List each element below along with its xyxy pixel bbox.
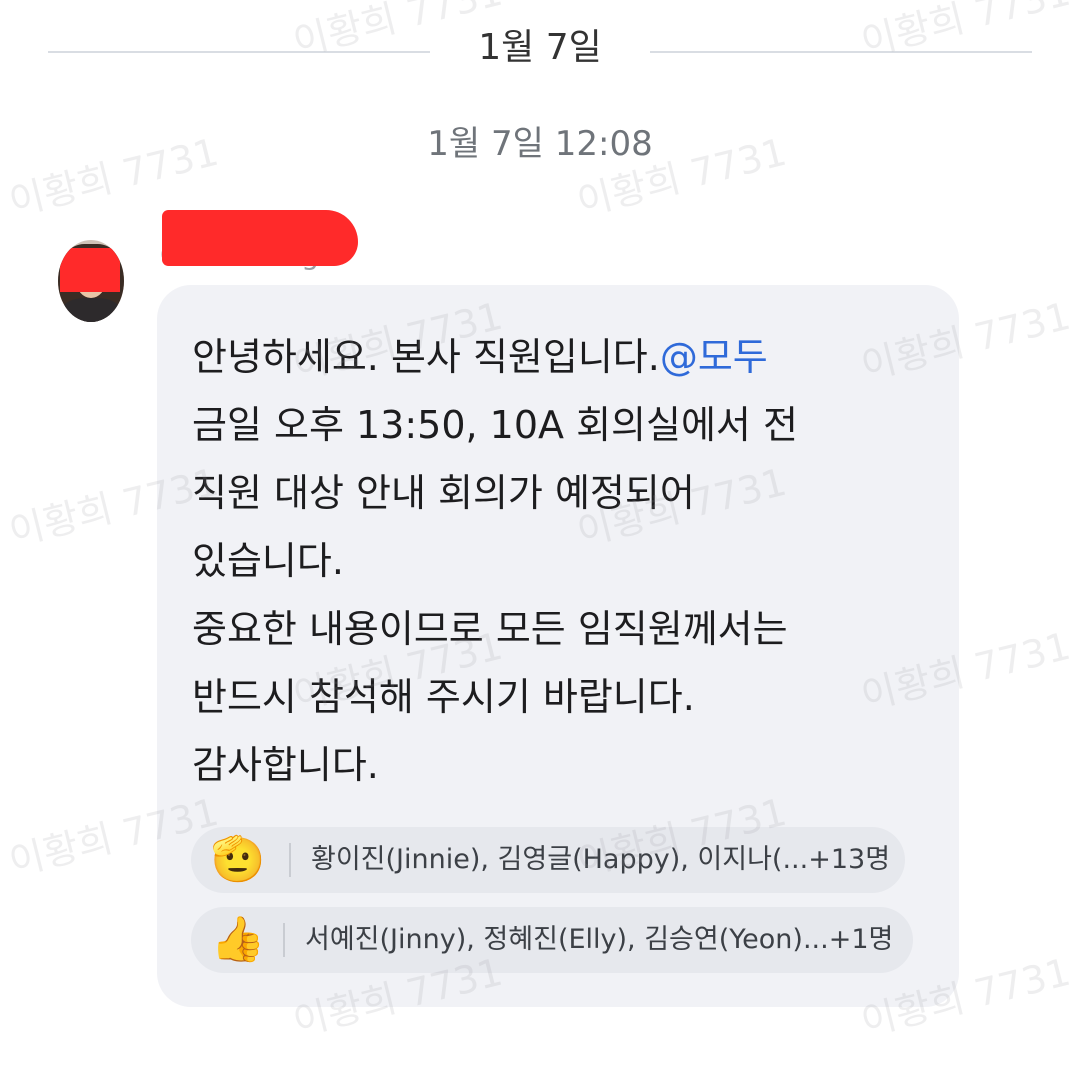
message-line: 직원 대상 안내 회의가 예정되어 — [192, 471, 695, 515]
message-line: 있습니다. — [192, 539, 344, 583]
message-line: 반드시 참석해 주시기 바랍니다. — [192, 675, 695, 719]
saluting-face-icon: 🫡 — [210, 834, 266, 885]
message-line: 안녕하세요. 본사 직원입니다.@모두 — [192, 335, 768, 379]
date-divider: 1월 7일 — [0, 16, 1080, 68]
message-bubble[interactable]: 안녕하세요. 본사 직원입니다.@모두 금일 오후 13:50, 10A 회의실… — [157, 285, 959, 1007]
reaction-thumbs-up[interactable]: 👍 서예진(Jinny), 정혜진(Elly), 김승연(Yeon)...+1명 — [191, 907, 913, 973]
reaction-saluting[interactable]: 🫡 황이진(Jinnie), 김영글(Happy), 이지나(...+13명 — [191, 827, 905, 893]
mention-all[interactable]: @모두 — [660, 335, 768, 379]
reaction-separator — [289, 843, 291, 877]
date-divider-label: 1월 7일 — [478, 27, 602, 68]
reaction-separator — [283, 923, 285, 957]
message-text: 안녕하세요. 본사 직원입니다.@모두 금일 오후 13:50, 10A 회의실… — [192, 323, 912, 799]
message-line: 금일 오후 13:50, 10A 회의실에서 전 — [192, 403, 798, 447]
thumbs-up-icon: 👍 — [210, 914, 266, 965]
sender-name-redaction — [162, 210, 358, 266]
sender-avatar[interactable] — [58, 240, 124, 322]
divider-line-left — [48, 51, 430, 53]
divider-line-right — [650, 51, 1032, 53]
avatar-redaction — [60, 248, 120, 292]
message-timestamp: 1월 7일 12:08 — [427, 124, 653, 164]
message-line: 감사합니다. — [192, 743, 379, 787]
reaction-user-list: 황이진(Jinnie), 김영글(Happy), 이지나(...+13명 — [311, 844, 891, 875]
message-line: 중요한 내용이므로 모든 임직원께서는 — [192, 607, 788, 651]
reaction-user-list: 서예진(Jinny), 정혜진(Elly), 김승연(Yeon)...+1명 — [305, 924, 894, 955]
